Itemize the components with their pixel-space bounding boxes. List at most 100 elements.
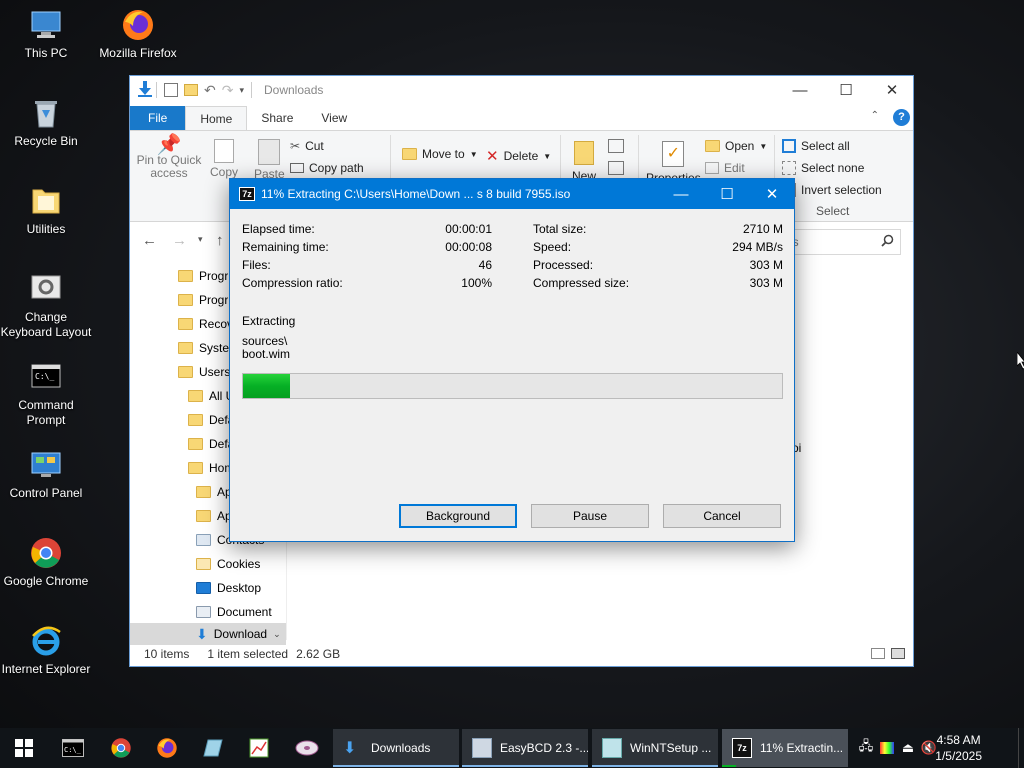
details-view-icon[interactable]: [871, 648, 885, 659]
start-button[interactable]: [0, 728, 48, 768]
tree-item[interactable]: Hom: [188, 457, 234, 479]
background-button[interactable]: Background: [399, 504, 517, 528]
desktop-icon-chrome[interactable]: Google Chrome: [0, 536, 92, 589]
cut-button[interactable]: ✂ Cut: [290, 139, 324, 153]
easy-access-icon[interactable]: [608, 161, 624, 175]
recent-locations-icon[interactable]: ▾: [198, 234, 203, 245]
undo-icon[interactable]: ↶: [204, 82, 216, 99]
paste-button[interactable]: Paste: [254, 139, 285, 181]
copy-button[interactable]: Copy: [210, 139, 238, 179]
minimize-button[interactable]: —: [777, 76, 823, 104]
download-arrow-icon: ⬇: [196, 625, 208, 642]
7zip-logo-icon: 7z: [239, 187, 255, 201]
search-box[interactable]: ds: [781, 229, 901, 255]
desktop-icon-utilities[interactable]: Utilities: [0, 184, 92, 237]
crystal-app-icon: [203, 739, 223, 757]
taskbar: C:\_ ⬇ Downloads EasyBCD 2.3 -... WinNTS…: [0, 728, 1024, 768]
tree-item[interactable]: Desktop: [196, 577, 261, 599]
control-panel-icon: [29, 448, 63, 482]
dialog-close-button[interactable]: ✕: [749, 179, 795, 209]
taskbar-app-crystal[interactable]: [190, 728, 236, 768]
desktop-icon-this-pc[interactable]: This PC: [0, 8, 92, 61]
customize-qat-icon[interactable]: ▾: [239, 85, 244, 96]
winntsetup-icon: [602, 738, 622, 758]
desktop-icon-label: Command Prompt: [18, 398, 74, 427]
show-desktop-button[interactable]: [1018, 728, 1024, 768]
taskbar-clock[interactable]: 4:58 AM 1/5/2025: [935, 732, 982, 764]
desktop-icon-label: Google Chrome: [3, 574, 89, 588]
network-icon[interactable]: 🖧: [856, 737, 876, 759]
select-all-button[interactable]: Select all: [782, 139, 850, 153]
tab-file[interactable]: File: [130, 106, 186, 130]
tree-item[interactable]: Ap: [196, 505, 232, 527]
easybcd-icon: [472, 738, 492, 758]
tree-item[interactable]: Cookies: [196, 553, 260, 575]
pin-icon: 📌: [156, 134, 182, 156]
copy-path-button[interactable]: Copy path: [290, 161, 364, 175]
taskbar-command-prompt[interactable]: C:\_: [50, 728, 96, 768]
tree-item[interactable]: Defa: [188, 433, 234, 455]
ribbon-tabs: File Home Share View ⌃ ?: [130, 106, 913, 130]
extract-progress-dialog[interactable]: 7z 11% Extracting C:\Users\Home\Down ...…: [229, 178, 795, 542]
taskbar-task-winntsetup[interactable]: WinNTSetup ...: [592, 729, 718, 767]
tree-item[interactable]: All U: [188, 385, 234, 407]
tab-view[interactable]: View: [307, 106, 361, 130]
desktop-icon-internet-explorer[interactable]: Internet Explorer: [0, 624, 92, 677]
tree-item[interactable]: Progr: [178, 289, 228, 311]
pin-quick-access-button[interactable]: 📌 Pin to Quick access: [136, 134, 202, 180]
folder-icon: [196, 558, 211, 570]
redo-icon[interactable]: ↷: [222, 82, 234, 99]
close-button[interactable]: ✕: [869, 76, 915, 104]
cancel-button[interactable]: Cancel: [663, 504, 781, 528]
tree-item[interactable]: Ap: [196, 481, 232, 503]
tree-item[interactable]: Defa: [188, 409, 234, 431]
desktop-icon-keyboard-layout[interactable]: Change Keyboard Layout: [0, 272, 92, 340]
taskbar-app-disk[interactable]: [284, 728, 330, 768]
invert-selection-button[interactable]: Invert selection: [782, 183, 882, 197]
color-app-tray-icon[interactable]: [880, 742, 894, 754]
forward-arrow-icon[interactable]: →: [172, 232, 187, 249]
desktop-icon-firefox[interactable]: Mozilla Firefox: [92, 8, 184, 61]
dialog-minimize-button[interactable]: —: [658, 179, 704, 209]
large-icons-view-icon[interactable]: [891, 648, 905, 659]
tab-share[interactable]: Share: [247, 106, 307, 130]
tree-item[interactable]: Syster: [178, 337, 233, 359]
clipboard-icon: [258, 139, 281, 165]
extract-progress-bar: [242, 373, 783, 399]
tree-item[interactable]: Document: [196, 601, 272, 623]
select-none-button[interactable]: Select none: [782, 161, 864, 175]
new-folder-button[interactable]: New: [572, 141, 596, 183]
taskbar-chrome[interactable]: [98, 728, 144, 768]
back-arrow-icon[interactable]: ←: [142, 232, 157, 249]
taskbar-task-easybcd[interactable]: EasyBCD 2.3 -...: [462, 729, 588, 767]
dialog-maximize-button[interactable]: ☐: [704, 179, 750, 209]
taskbar-task-downloads[interactable]: ⬇ Downloads: [333, 729, 459, 767]
properties-check-icon[interactable]: [164, 83, 178, 97]
up-arrow-icon[interactable]: ↑: [216, 232, 224, 249]
open-button[interactable]: Open ▼: [705, 139, 767, 153]
desktop-icon-command-prompt[interactable]: C:\_ Command Prompt: [0, 360, 92, 428]
maximize-button[interactable]: ☐: [823, 76, 869, 104]
tab-home[interactable]: Home: [185, 106, 248, 130]
desktop-icon-recycle-bin[interactable]: Recycle Bin: [0, 96, 92, 149]
new-item-icon[interactable]: [608, 139, 624, 153]
edit-button[interactable]: Edit: [705, 161, 745, 175]
tree-item[interactable]: Recov: [178, 313, 233, 335]
delete-button[interactable]: ✕ Delete ▼: [486, 147, 551, 165]
move-to-button[interactable]: Move to ▼: [402, 147, 478, 161]
taskbar-app-chart[interactable]: [236, 728, 282, 768]
expand-ribbon-icon[interactable]: ⌃: [871, 110, 879, 121]
clock-date: 1/5/2025: [935, 749, 982, 763]
usb-icon[interactable]: ⏏: [898, 740, 918, 756]
tree-item[interactable]: Users: [178, 361, 230, 383]
svg-text:C:\_: C:\_: [64, 746, 82, 754]
new-folder-icon[interactable]: [184, 84, 198, 96]
clock-time: 4:58 AM: [936, 733, 981, 747]
tree-item[interactable]: Progr: [178, 265, 228, 287]
taskbar-firefox[interactable]: [144, 728, 190, 768]
search-icon: [881, 234, 894, 250]
taskbar-task-7zip-extracting[interactable]: 7z 11% Extractin...: [722, 729, 848, 767]
help-icon[interactable]: ?: [893, 109, 910, 126]
desktop-icon-control-panel[interactable]: Control Panel: [0, 448, 92, 501]
pause-button[interactable]: Pause: [531, 504, 649, 528]
